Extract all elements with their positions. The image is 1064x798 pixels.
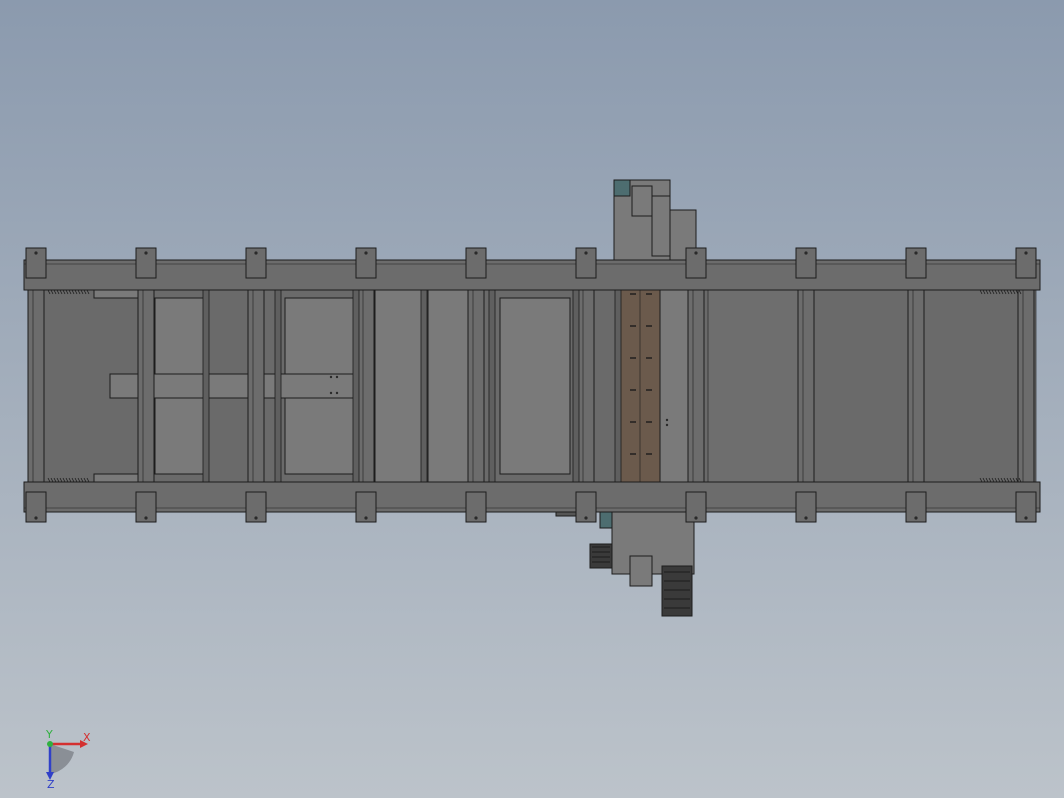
- mount-hole: [34, 251, 38, 255]
- left-end-plate-bottom: [93, 473, 139, 483]
- inner-rib: [420, 289, 428, 483]
- lower-drive-housing: [611, 507, 695, 575]
- mount-hole: [584, 516, 588, 520]
- mount-hole: [584, 251, 588, 255]
- lower-bracket: [629, 555, 653, 587]
- left-end-plate-top: [93, 289, 139, 299]
- coordinate-triad[interactable]: X Y Z: [36, 730, 106, 790]
- model-geometry: [23, 179, 1041, 617]
- bolt: [329, 375, 333, 379]
- mount-hole: [254, 516, 258, 520]
- bolt: [335, 391, 339, 395]
- inner-panel-5: [499, 297, 571, 475]
- x-axis-label: X: [83, 731, 91, 744]
- sensor-block-lower: [599, 511, 613, 529]
- mount-hole: [914, 251, 918, 255]
- mount-hole: [144, 251, 148, 255]
- upper-plate: [651, 195, 671, 257]
- z-axis-label: Z: [47, 778, 55, 790]
- inner-rib: [352, 289, 360, 483]
- inner-panel-3: [374, 289, 424, 483]
- bolt: [665, 418, 669, 422]
- bottom-rail: [23, 481, 1041, 513]
- mount-hole: [1024, 516, 1028, 520]
- mount-hole: [694, 251, 698, 255]
- mount-hole: [914, 516, 918, 520]
- cross-post: [687, 287, 705, 485]
- mount-hole: [144, 516, 148, 520]
- inner-rib: [202, 289, 210, 483]
- cross-post: [1017, 287, 1035, 485]
- cross-post: [137, 287, 155, 485]
- inner-rib: [488, 289, 496, 483]
- mount-hole: [474, 516, 478, 520]
- mount-hole: [804, 251, 808, 255]
- cross-post: [27, 287, 45, 485]
- cross-post: [577, 287, 595, 485]
- mount-hole: [364, 251, 368, 255]
- mount-hole: [804, 516, 808, 520]
- graphics-viewport[interactable]: X Y Z: [0, 0, 1064, 798]
- sensor-block-upper: [613, 179, 631, 197]
- chain-side-guide: [659, 289, 689, 483]
- motor-block: [589, 543, 613, 569]
- mount-hole: [694, 516, 698, 520]
- cross-post: [357, 287, 375, 485]
- y-axis-dot: [47, 741, 53, 747]
- bolt: [665, 423, 669, 427]
- mount-hole: [34, 516, 38, 520]
- open-section-1: [707, 289, 799, 483]
- mount-hole: [474, 251, 478, 255]
- cross-post: [247, 287, 265, 485]
- y-axis-label: Y: [45, 730, 53, 741]
- triad-shadow: [50, 744, 74, 774]
- cross-post: [797, 287, 815, 485]
- bolt: [329, 391, 333, 395]
- inner-panel-4: [427, 289, 471, 483]
- top-rail: [23, 259, 1041, 291]
- mount-hole: [1024, 251, 1028, 255]
- mount-hole: [254, 251, 258, 255]
- bolt: [335, 375, 339, 379]
- inner-rib: [572, 289, 580, 483]
- upper-bracket: [631, 185, 653, 217]
- conveyor-frame-model[interactable]: [0, 0, 1064, 798]
- cross-post: [907, 287, 925, 485]
- mount-hole: [364, 516, 368, 520]
- cross-post: [467, 287, 485, 485]
- inner-rib: [614, 289, 622, 483]
- inner-rib: [274, 289, 282, 483]
